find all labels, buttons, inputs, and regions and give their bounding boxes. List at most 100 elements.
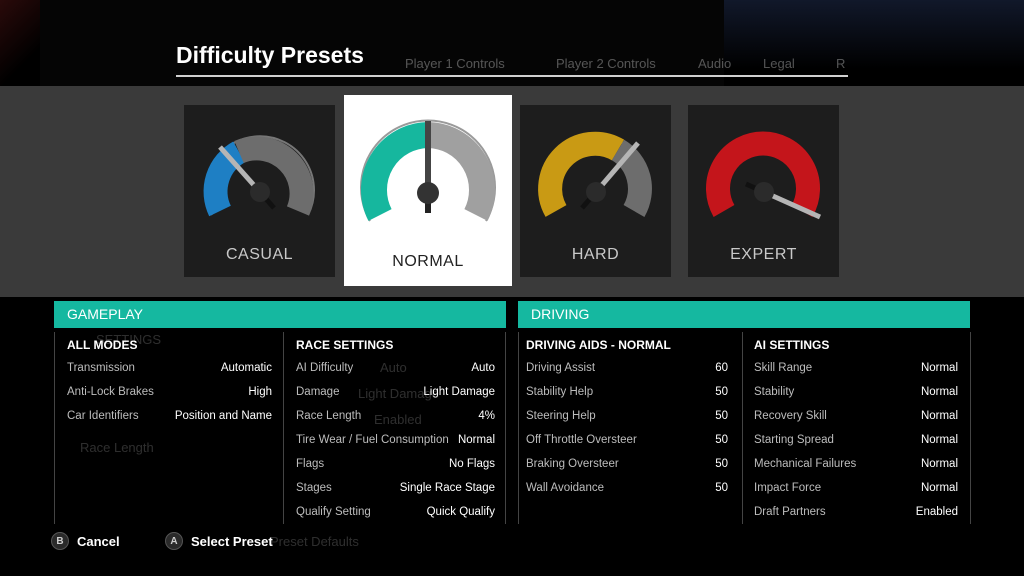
setting-row: Transmission Automatic xyxy=(67,362,272,374)
setting-row: Starting Spread Normal xyxy=(754,434,958,446)
setting-row: Damage Light Damage xyxy=(296,386,495,398)
driving-aids-title: DRIVING AIDS - NORMAL xyxy=(526,338,671,352)
preset-label-expert: EXPERT xyxy=(730,246,797,263)
setting-value: Quick Qualify xyxy=(426,506,495,518)
ai-settings-title: AI SETTINGS xyxy=(754,338,830,352)
setting-label: Stages xyxy=(296,482,332,494)
setting-row: Race Length 4% xyxy=(296,410,495,422)
driving-header: DRIVING xyxy=(518,301,970,328)
setting-label: Starting Spread xyxy=(754,434,834,446)
setting-label: Flags xyxy=(296,458,325,470)
setting-value: Normal xyxy=(920,458,958,470)
cancel-label: Cancel xyxy=(77,533,120,549)
setting-row: Draft Partners Enabled xyxy=(754,506,958,518)
setting-value: 50 xyxy=(715,410,728,422)
select-preset-label: Select Preset xyxy=(191,533,273,549)
all-modes-column: ALL MODES Transmission Automatic Anti-Loc… xyxy=(54,332,282,524)
setting-row: Steering Help 50 xyxy=(526,410,728,422)
setting-value: High xyxy=(248,386,272,398)
title-underline xyxy=(176,75,848,77)
setting-row: Qualify Setting Quick Qualify xyxy=(296,506,495,518)
preset-label-normal: NORMAL xyxy=(392,253,464,270)
setting-value: 4% xyxy=(478,410,495,422)
setting-label: Transmission xyxy=(67,362,135,374)
background-tab-audio: Audio xyxy=(698,56,732,71)
preset-card-expert[interactable]: EXPERT xyxy=(688,105,839,277)
setting-row: Car Identifiers Position and Name xyxy=(67,410,272,422)
select-preset-button[interactable]: A Select Preset xyxy=(165,532,273,550)
setting-value: 50 xyxy=(715,482,728,494)
a-button-icon: A xyxy=(165,532,183,550)
background-tab-legal: Legal xyxy=(763,56,795,71)
setting-label: Mechanical Failures xyxy=(754,458,857,470)
driving-aids-column: DRIVING AIDS - NORMAL Driving Assist 60 S… xyxy=(518,332,742,524)
background-tab-player2: Player 2 Controls xyxy=(556,56,656,71)
setting-label: Draft Partners xyxy=(754,506,826,518)
setting-value: Light Damage xyxy=(423,386,495,398)
setting-row: Driving Assist 60 xyxy=(526,362,728,374)
setting-value: 50 xyxy=(715,458,728,470)
setting-row: Recovery Skill Normal xyxy=(754,410,958,422)
setting-value: Normal xyxy=(457,434,495,446)
setting-label: Tire Wear / Fuel Consumption xyxy=(296,434,449,446)
setting-row: Anti-Lock Brakes High xyxy=(67,386,272,398)
setting-row: Tire Wear / Fuel Consumption Normal xyxy=(296,434,495,446)
setting-label: Race Length xyxy=(296,410,362,422)
setting-label: Car Identifiers xyxy=(67,410,139,422)
preset-card-casual[interactable]: CASUAL xyxy=(184,105,335,277)
setting-label: Stability Help xyxy=(526,386,594,398)
setting-value: 50 xyxy=(715,386,728,398)
setting-row: AI Difficulty Auto xyxy=(296,362,495,374)
setting-label: Driving Assist xyxy=(526,362,596,374)
background-tab-player1: Player 1 Controls xyxy=(405,56,505,71)
setting-row: Braking Oversteer 50 xyxy=(526,458,728,470)
setting-value: Position and Name xyxy=(174,410,272,422)
setting-label: Anti-Lock Brakes xyxy=(67,386,154,398)
setting-value: Enabled xyxy=(915,506,958,518)
setting-label: Damage xyxy=(296,386,340,398)
setting-label: AI Difficulty xyxy=(296,362,354,374)
race-settings-column: RACE SETTINGS AI Difficulty Auto Damage Li… xyxy=(283,332,505,524)
setting-value: Normal xyxy=(920,386,958,398)
setting-value: Normal xyxy=(920,410,958,422)
cancel-button[interactable]: B Cancel xyxy=(51,532,120,550)
preset-band xyxy=(0,86,1024,297)
setting-label: Braking Oversteer xyxy=(526,458,619,470)
ai-settings-column: AI SETTINGS Skill Range Normal Stability N… xyxy=(742,332,970,524)
setting-value: 60 xyxy=(715,362,728,374)
setting-value: Normal xyxy=(920,482,958,494)
preset-card-hard[interactable]: HARD xyxy=(520,105,671,277)
setting-value: Single Race Stage xyxy=(399,482,495,494)
setting-value: No Flags xyxy=(448,458,495,470)
setting-label: Wall Avoidance xyxy=(526,482,604,494)
setting-value: Automatic xyxy=(220,362,272,374)
preset-card-normal[interactable]: NORMAL xyxy=(344,95,512,286)
setting-row: Stability Normal xyxy=(754,386,958,398)
preset-label-casual: CASUAL xyxy=(225,246,294,263)
b-button-icon: B xyxy=(51,532,69,550)
background-tab-r: R xyxy=(836,56,846,71)
setting-label: Impact Force xyxy=(754,482,822,494)
setting-row: Impact Force Normal xyxy=(754,482,958,494)
setting-row: Off Throttle Oversteer 50 xyxy=(526,434,728,446)
column-divider xyxy=(54,332,55,524)
setting-value: Normal xyxy=(920,434,958,446)
page-title: Difficulty Presets xyxy=(176,42,364,68)
setting-label: Steering Help xyxy=(526,410,596,422)
setting-row: Mechanical Failures Normal xyxy=(754,458,958,470)
background-decoration-right xyxy=(724,0,1024,86)
ghost-text-preset-defaults: Preset Defaults xyxy=(270,534,359,549)
setting-value: Auto xyxy=(471,362,495,374)
setting-value: Normal xyxy=(920,362,958,374)
setting-value: 50 xyxy=(715,434,728,446)
setting-label: Stability xyxy=(754,386,795,398)
gameplay-header: GAMEPLAY xyxy=(54,301,506,328)
column-divider xyxy=(970,332,971,524)
setting-row: Skill Range Normal xyxy=(754,362,958,374)
preset-label-hard: HARD xyxy=(571,246,620,263)
background-decoration-left xyxy=(0,0,40,86)
setting-label: Off Throttle Oversteer xyxy=(526,434,637,446)
setting-row: Flags No Flags xyxy=(296,458,495,470)
setting-label: Qualify Setting xyxy=(296,506,371,518)
column-divider xyxy=(505,332,506,524)
